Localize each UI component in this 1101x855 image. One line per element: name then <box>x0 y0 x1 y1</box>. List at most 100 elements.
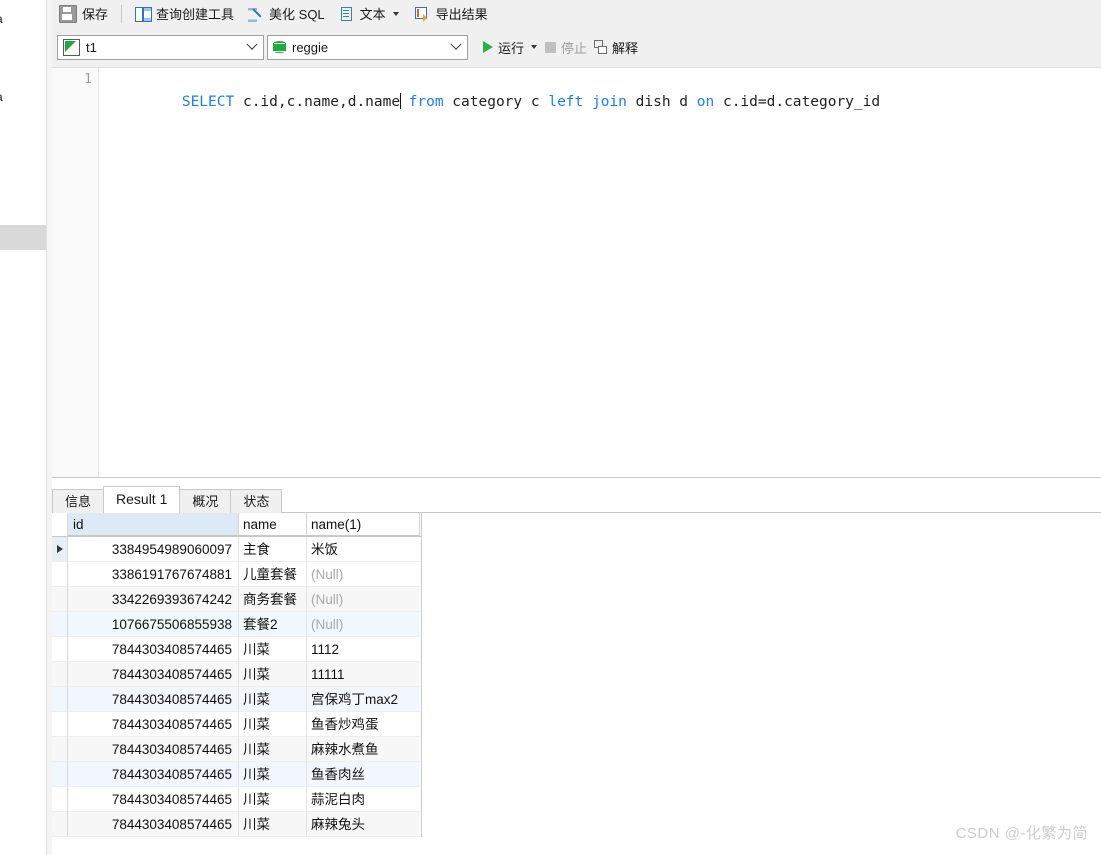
row-gutter-cell[interactable] <box>52 587 68 612</box>
table-row[interactable]: 7844303408574465 川菜 蒜泥白肉 <box>52 787 421 812</box>
cell-name[interactable]: 川菜 <box>239 812 307 837</box>
column-header-name-1[interactable]: name(1) <box>307 513 420 536</box>
sql-token-category: category c <box>443 94 540 110</box>
result-grid[interactable]: id name name(1) 3384954989060097 主食 米饭 3386… <box>52 513 1101 855</box>
toolbar-separator <box>121 4 123 23</box>
table-row[interactable]: 3384954989060097 主食 米饭 <box>52 537 421 562</box>
execution-controls: 运行 停止 解释 <box>480 36 641 59</box>
chevron-down-icon[interactable] <box>392 11 399 16</box>
column-header-id[interactable]: id <box>68 513 239 536</box>
cell-name[interactable]: 川菜 <box>239 662 307 687</box>
cell-name[interactable]: 川菜 <box>239 712 307 737</box>
sql-token-left-join: left join <box>539 94 627 110</box>
row-gutter-cell[interactable] <box>52 762 68 787</box>
cell-name-1[interactable]: 鱼香肉丝 <box>307 762 420 787</box>
row-gutter-cell[interactable] <box>52 687 68 712</box>
text-button[interactable]: 文本 <box>333 2 407 25</box>
cell-name[interactable]: 套餐2 <box>239 612 307 637</box>
row-gutter-cell[interactable] <box>52 562 68 587</box>
row-gutter-cell[interactable] <box>52 662 68 687</box>
cell-id[interactable]: 7844303408574465 <box>68 812 239 837</box>
row-gutter-cell[interactable] <box>52 812 68 837</box>
run-button-label: 运行 <box>498 40 525 56</box>
cell-name-1[interactable]: 11111 <box>307 662 420 687</box>
table-row[interactable]: 7844303408574465 川菜 麻辣兔头 <box>52 812 421 837</box>
sidebar-tree-label-1[interactable]: ma <box>0 12 3 26</box>
cell-id[interactable]: 7844303408574465 <box>68 737 239 762</box>
stop-button[interactable]: 停止 <box>542 36 590 59</box>
cell-name-1[interactable]: 1112 <box>307 637 420 662</box>
sql-editor[interactable]: 1 SELECT c.id,c.name,d.name from categor… <box>52 67 1101 478</box>
tab-status[interactable]: 状态 <box>230 489 283 513</box>
run-button[interactable]: 运行 <box>480 36 542 59</box>
database-select[interactable]: reggie <box>267 34 468 60</box>
save-button[interactable]: 保存 <box>53 2 114 25</box>
cell-name[interactable]: 川菜 <box>239 787 307 812</box>
cell-id[interactable]: 1076675506855938 <box>68 612 239 637</box>
column-header-name[interactable]: name <box>239 513 307 536</box>
cell-name-1[interactable]: 鱼香炒鸡蛋 <box>307 712 420 737</box>
results-pane: 信息 Result 1 概况 状态 id name name(1) 338495… <box>52 477 1101 855</box>
current-row-marker[interactable] <box>52 537 68 562</box>
row-gutter-cell[interactable] <box>52 737 68 762</box>
cell-name-1[interactable]: 麻辣兔头 <box>307 812 420 837</box>
row-gutter-cell[interactable] <box>52 637 68 662</box>
sidebar-selected-band[interactable] <box>0 225 51 250</box>
cell-name-1[interactable]: 宫保鸡丁max2 <box>307 687 420 712</box>
tab-info[interactable]: 信息 <box>52 489 105 513</box>
table-row[interactable]: 3386191767674881 儿童套餐 (Null) <box>52 562 421 587</box>
cell-name[interactable]: 川菜 <box>239 762 307 787</box>
cell-name-1[interactable]: 麻辣水煮鱼 <box>307 737 420 762</box>
query-builder-button[interactable]: 查询创建工具 <box>129 2 240 25</box>
sql-code-line[interactable]: SELECT c.id,c.name,d.name from category … <box>112 72 880 132</box>
cell-name[interactable]: 川菜 <box>239 737 307 762</box>
cell-id[interactable]: 3342269393674242 <box>68 587 239 612</box>
tab-result-1[interactable]: Result 1 <box>103 486 181 513</box>
sql-token-dish: dish d <box>626 94 689 110</box>
chevron-down-icon[interactable] <box>531 45 538 49</box>
cell-name-1[interactable]: (Null) <box>307 612 420 637</box>
cell-name[interactable]: 商务套餐 <box>239 587 307 612</box>
cell-id[interactable]: 7844303408574465 <box>68 687 239 712</box>
beautify-icon <box>248 6 264 22</box>
beautify-sql-button[interactable]: 美化 SQL <box>242 2 331 25</box>
table-icon <box>63 38 80 56</box>
cell-id[interactable]: 7844303408574465 <box>68 787 239 812</box>
query-builder-button-label: 查询创建工具 <box>156 7 235 22</box>
cell-id[interactable]: 3384954989060097 <box>68 537 239 562</box>
cell-name[interactable]: 儿童套餐 <box>239 562 307 587</box>
cell-name[interactable]: 川菜 <box>239 687 307 712</box>
row-gutter-cell[interactable] <box>52 787 68 812</box>
chevron-down-icon[interactable] <box>445 36 467 59</box>
cell-id[interactable]: 7844303408574465 <box>68 662 239 687</box>
export-results-button[interactable]: 导出结果 <box>409 2 494 25</box>
cell-name-1[interactable]: (Null) <box>307 562 420 587</box>
sql-token-select: SELECT <box>181 94 235 110</box>
row-gutter-cell[interactable] <box>52 612 68 637</box>
table-row[interactable]: 3342269393674242 商务套餐 (Null) <box>52 587 421 612</box>
save-icon <box>59 4 77 23</box>
cell-name-1[interactable]: (Null) <box>307 587 420 612</box>
cell-id[interactable]: 7844303408574465 <box>68 637 239 662</box>
cell-name-1[interactable]: 蒜泥白肉 <box>307 787 420 812</box>
chevron-down-icon[interactable] <box>241 36 263 59</box>
table-row[interactable]: 7844303408574465 川菜 鱼香炒鸡蛋 <box>52 712 421 737</box>
cell-name[interactable]: 主食 <box>239 537 307 562</box>
row-gutter-cell[interactable] <box>52 712 68 737</box>
explain-button[interactable]: 解释 <box>590 36 641 59</box>
cell-id[interactable]: 7844303408574465 <box>68 712 239 737</box>
table-row[interactable]: 7844303408574465 川菜 鱼香肉丝 <box>52 762 421 787</box>
cell-name-1[interactable]: 米饭 <box>307 537 420 562</box>
table-row[interactable]: 7844303408574465 川菜 麻辣水煮鱼 <box>52 737 421 762</box>
sidebar-tree-label-2[interactable]: ma <box>0 90 3 104</box>
cell-name[interactable]: 川菜 <box>239 637 307 662</box>
table-row[interactable]: 7844303408574465 川菜 11111 <box>52 662 421 687</box>
text-button-label: 文本 <box>359 7 386 22</box>
cell-id[interactable]: 7844303408574465 <box>68 762 239 787</box>
cell-id[interactable]: 3386191767674881 <box>68 562 239 587</box>
table-row[interactable]: 7844303408574465 川菜 1112 <box>52 637 421 662</box>
tab-profile[interactable]: 概况 <box>179 489 232 513</box>
table-row[interactable]: 7844303408574465 川菜 宫保鸡丁max2 <box>52 687 421 712</box>
table-select[interactable]: t1 <box>57 34 264 60</box>
table-row[interactable]: 1076675506855938 套餐2 (Null) <box>52 612 421 637</box>
